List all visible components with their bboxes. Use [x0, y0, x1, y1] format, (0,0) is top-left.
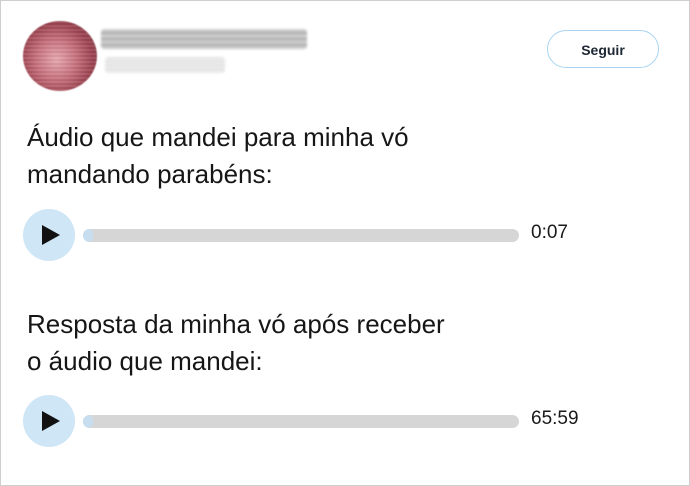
audio-progress-fill — [83, 229, 93, 242]
audio-duration: 0:07 — [531, 222, 568, 243]
play-icon — [42, 411, 60, 431]
tweet-card: Seguir Áudio que mandei para minha vó ma… — [0, 0, 690, 486]
avatar[interactable] — [23, 21, 97, 91]
audio-progress-fill — [83, 415, 93, 428]
username-redacted — [105, 57, 225, 73]
tweet-header: Seguir — [1, 1, 689, 101]
audio-duration: 65:59 — [531, 408, 579, 429]
audio-progress-track[interactable] — [83, 415, 519, 428]
display-name-redacted — [101, 29, 307, 49]
audio-player-1: 0:07 — [23, 207, 643, 263]
play-button[interactable] — [23, 395, 75, 447]
play-icon — [42, 225, 60, 245]
post-text-1: Áudio que mandei para minha vó mandando … — [27, 122, 409, 189]
play-button[interactable] — [23, 209, 75, 261]
audio-progress-track[interactable] — [83, 229, 519, 242]
post-text-2: Resposta da minha vó após receber o áudi… — [27, 309, 445, 376]
audio-player-2: 65:59 — [23, 393, 643, 449]
follow-button[interactable]: Seguir — [547, 30, 659, 68]
